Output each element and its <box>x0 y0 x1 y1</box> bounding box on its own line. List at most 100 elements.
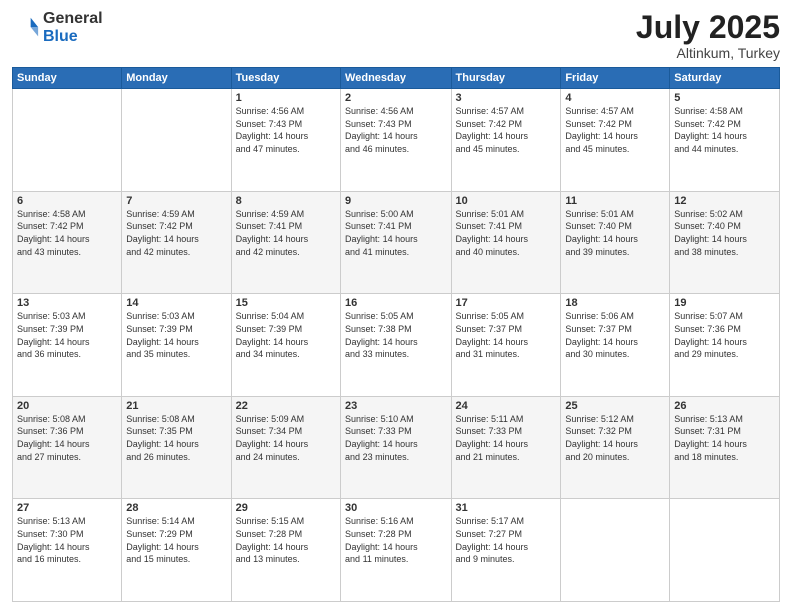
calendar-cell: 16 Sunrise: 5:05 AM Sunset: 7:38 PM Dayli… <box>341 294 451 397</box>
calendar-cell: 3Sunrise: 4:57 AM Sunset: 7:42 PM Daylig… <box>451 89 561 192</box>
calendar-cell: 7Sunrise: 4:59 AM Sunset: 7:42 PM Daylig… <box>122 191 231 294</box>
title-block: July 2025 Altinkum, Turkey <box>636 10 780 61</box>
day-number: 29 <box>236 502 336 514</box>
day-info: Sunrise: 5:16 AM Sunset: 7:28 PM Dayligh… <box>345 516 418 564</box>
day-info: Sunrise: 5:13 AM Sunset: 7:31 PM Dayligh… <box>674 414 747 462</box>
day-number: 7 <box>126 195 226 207</box>
day-info: Sunrise: 5:17 AM Sunset: 7:27 PM Dayligh… <box>456 516 529 564</box>
calendar-cell: 15Sunrise: 5:04 AM Sunset: 7:39 PM Dayli… <box>231 294 340 397</box>
calendar-cell: 6Sunrise: 4:58 AM Sunset: 7:42 PM Daylig… <box>13 191 122 294</box>
calendar-cell: 31 Sunrise: 5:17 AM Sunset: 7:27 PM Dayli… <box>451 499 561 602</box>
location-subtitle: Altinkum, Turkey <box>636 45 780 61</box>
day-number: 6 <box>17 195 117 207</box>
calendar-cell: 24 Sunrise: 5:11 AM Sunset: 7:33 PM Dayli… <box>451 396 561 499</box>
calendar-cell: 12 Sunrise: 5:02 AM Sunset: 7:40 PM Dayli… <box>670 191 780 294</box>
day-info: Sunrise: 5:05 AM Sunset: 7:38 PM Dayligh… <box>345 311 418 359</box>
day-number: 31 <box>456 502 557 514</box>
day-info: Sunrise: 5:03 AM Sunset: 7:39 PM Dayligh… <box>126 311 199 359</box>
day-info: Sunrise: 5:06 AM Sunset: 7:37 PM Dayligh… <box>565 311 638 359</box>
day-info: Sunrise: 4:57 AM Sunset: 7:42 PM Dayligh… <box>565 106 638 154</box>
day-info: Sunrise: 5:02 AM Sunset: 7:40 PM Dayligh… <box>674 209 747 257</box>
day-number: 3 <box>456 92 557 104</box>
calendar-header-row: Sunday Monday Tuesday Wednesday Thursday… <box>13 68 780 89</box>
calendar-cell: 14 Sunrise: 5:03 AM Sunset: 7:39 PM Dayli… <box>122 294 231 397</box>
logo-icon <box>12 14 40 42</box>
week-row-2: 6Sunrise: 4:58 AM Sunset: 7:42 PM Daylig… <box>13 191 780 294</box>
day-number: 18 <box>565 297 665 309</box>
calendar-cell <box>670 499 780 602</box>
month-title: July 2025 <box>636 10 780 45</box>
calendar-cell: 1Sunrise: 4:56 AM Sunset: 7:43 PM Daylig… <box>231 89 340 192</box>
day-number: 10 <box>456 195 557 207</box>
day-number: 27 <box>17 502 117 514</box>
day-info: Sunrise: 5:00 AM Sunset: 7:41 PM Dayligh… <box>345 209 418 257</box>
calendar-cell: 21Sunrise: 5:08 AM Sunset: 7:35 PM Dayli… <box>122 396 231 499</box>
day-info: Sunrise: 4:56 AM Sunset: 7:43 PM Dayligh… <box>345 106 418 154</box>
day-number: 22 <box>236 400 336 412</box>
day-number: 26 <box>674 400 775 412</box>
day-number: 9 <box>345 195 446 207</box>
day-info: Sunrise: 5:15 AM Sunset: 7:28 PM Dayligh… <box>236 516 309 564</box>
logo-blue: Blue <box>43 28 103 46</box>
day-number: 20 <box>17 400 117 412</box>
day-info: Sunrise: 5:11 AM Sunset: 7:33 PM Dayligh… <box>456 414 529 462</box>
day-number: 4 <box>565 92 665 104</box>
calendar-cell: 17Sunrise: 5:05 AM Sunset: 7:37 PM Dayli… <box>451 294 561 397</box>
page: General Blue July 2025 Altinkum, Turkey … <box>0 0 792 612</box>
calendar-cell: 19Sunrise: 5:07 AM Sunset: 7:36 PM Dayli… <box>670 294 780 397</box>
col-sunday: Sunday <box>13 68 122 89</box>
day-info: Sunrise: 5:09 AM Sunset: 7:34 PM Dayligh… <box>236 414 309 462</box>
col-monday: Monday <box>122 68 231 89</box>
day-number: 16 <box>345 297 446 309</box>
day-number: 12 <box>674 195 775 207</box>
calendar-cell <box>122 89 231 192</box>
calendar-cell: 4 Sunrise: 4:57 AM Sunset: 7:42 PM Daylig… <box>561 89 670 192</box>
day-number: 13 <box>17 297 117 309</box>
day-number: 21 <box>126 400 226 412</box>
day-info: Sunrise: 4:58 AM Sunset: 7:42 PM Dayligh… <box>674 106 747 154</box>
day-number: 19 <box>674 297 775 309</box>
calendar-cell: 18 Sunrise: 5:06 AM Sunset: 7:37 PM Dayli… <box>561 294 670 397</box>
calendar-cell: 9 Sunrise: 5:00 AM Sunset: 7:41 PM Daylig… <box>341 191 451 294</box>
day-info: Sunrise: 5:04 AM Sunset: 7:39 PM Dayligh… <box>236 311 309 359</box>
day-number: 23 <box>345 400 446 412</box>
calendar-cell: 27 Sunrise: 5:13 AM Sunset: 7:30 PM Dayli… <box>13 499 122 602</box>
calendar-cell: 28 Sunrise: 5:14 AM Sunset: 7:29 PM Dayli… <box>122 499 231 602</box>
calendar-cell: 20Sunrise: 5:08 AM Sunset: 7:36 PM Dayli… <box>13 396 122 499</box>
col-saturday: Saturday <box>670 68 780 89</box>
col-thursday: Thursday <box>451 68 561 89</box>
logo: General Blue <box>12 10 103 45</box>
day-info: Sunrise: 5:03 AM Sunset: 7:39 PM Dayligh… <box>17 311 90 359</box>
day-number: 30 <box>345 502 446 514</box>
day-number: 28 <box>126 502 226 514</box>
calendar-cell: 5 Sunrise: 4:58 AM Sunset: 7:42 PM Daylig… <box>670 89 780 192</box>
day-info: Sunrise: 5:01 AM Sunset: 7:40 PM Dayligh… <box>565 209 638 257</box>
col-friday: Friday <box>561 68 670 89</box>
day-number: 1 <box>236 92 336 104</box>
day-number: 2 <box>345 92 446 104</box>
day-info: Sunrise: 5:13 AM Sunset: 7:30 PM Dayligh… <box>17 516 90 564</box>
week-row-5: 27 Sunrise: 5:13 AM Sunset: 7:30 PM Dayli… <box>13 499 780 602</box>
col-tuesday: Tuesday <box>231 68 340 89</box>
day-info: Sunrise: 5:14 AM Sunset: 7:29 PM Dayligh… <box>126 516 199 564</box>
day-number: 25 <box>565 400 665 412</box>
day-number: 8 <box>236 195 336 207</box>
day-number: 5 <box>674 92 775 104</box>
calendar-cell: 25Sunrise: 5:12 AM Sunset: 7:32 PM Dayli… <box>561 396 670 499</box>
day-number: 17 <box>456 297 557 309</box>
calendar-cell: 30 Sunrise: 5:16 AM Sunset: 7:28 PM Dayli… <box>341 499 451 602</box>
day-number: 11 <box>565 195 665 207</box>
calendar-cell <box>561 499 670 602</box>
calendar-cell: 26 Sunrise: 5:13 AM Sunset: 7:31 PM Dayli… <box>670 396 780 499</box>
calendar-cell: 29 Sunrise: 5:15 AM Sunset: 7:28 PM Dayli… <box>231 499 340 602</box>
day-info: Sunrise: 5:01 AM Sunset: 7:41 PM Dayligh… <box>456 209 529 257</box>
calendar-cell: 8Sunrise: 4:59 AM Sunset: 7:41 PM Daylig… <box>231 191 340 294</box>
day-number: 14 <box>126 297 226 309</box>
calendar-table: Sunday Monday Tuesday Wednesday Thursday… <box>12 67 780 602</box>
day-number: 24 <box>456 400 557 412</box>
calendar-cell: 13 Sunrise: 5:03 AM Sunset: 7:39 PM Dayli… <box>13 294 122 397</box>
logo-general: General <box>43 10 103 28</box>
calendar-cell: 10 Sunrise: 5:01 AM Sunset: 7:41 PM Dayli… <box>451 191 561 294</box>
week-row-1: 1 Sunrise: 4:56 AM Sunset: 7:43 PM Daylig… <box>13 89 780 192</box>
calendar-cell: 22 Sunrise: 5:09 AM Sunset: 7:34 PM Dayli… <box>231 396 340 499</box>
